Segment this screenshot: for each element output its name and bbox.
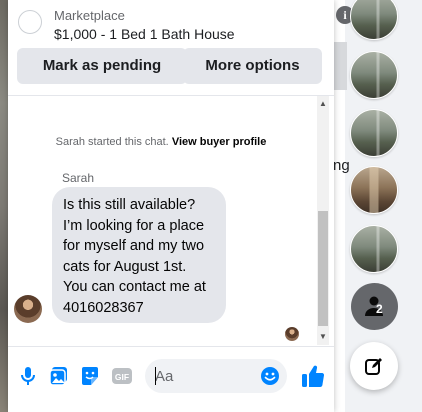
view-buyer-profile-link[interactable]: View buyer profile: [172, 136, 267, 148]
text-cursor: [155, 367, 156, 385]
seen-avatar: [285, 327, 299, 341]
like-icon[interactable]: [300, 363, 326, 389]
scroll-up-arrow-icon[interactable]: ▲: [317, 98, 329, 110]
gif-label: GIF: [115, 372, 129, 382]
more-options-button[interactable]: More options: [183, 48, 322, 84]
chat-head-avatar[interactable]: [350, 109, 398, 157]
listing-header[interactable]: Marketplace $1,000 - 1 Bed 1 Bath House: [8, 0, 334, 48]
message-scrollbar[interactable]: ▲ ▼: [317, 96, 329, 345]
listing-category: Marketplace: [54, 8, 125, 23]
background-photo-strip: [0, 0, 8, 412]
background-partial-text: ng: [333, 157, 350, 174]
microphone-icon[interactable]: [17, 365, 39, 387]
sticker-icon[interactable]: [79, 365, 101, 387]
emoji-icon[interactable]: [260, 366, 280, 386]
listing-thumbnail: [18, 10, 42, 34]
sender-name: Sarah: [62, 171, 95, 185]
chat-head-avatar[interactable]: [350, 225, 398, 273]
chat-started-notice: Sarah started this chat. View buyer prof…: [8, 136, 314, 148]
chat-head-avatar[interactable]: [350, 51, 398, 99]
photo-icon[interactable]: [48, 365, 70, 387]
mark-as-pending-button[interactable]: Mark as pending: [17, 48, 187, 84]
message-line: You can contact me at: [63, 279, 206, 295]
people-icon: [365, 296, 383, 316]
chat-head-avatar[interactable]: [350, 166, 398, 214]
header-divider: [8, 95, 334, 96]
group-count-badge: 2: [376, 302, 383, 316]
scrollbar-thumb[interactable]: [318, 211, 328, 326]
background-card: [333, 42, 347, 90]
new-message-button[interactable]: [350, 342, 398, 390]
listing-title[interactable]: $1,000 - 1 Bed 1 Bath House: [54, 26, 235, 42]
message-line: cats for August 1st.: [63, 258, 187, 275]
chat-started-text: Sarah started this chat.: [55, 136, 169, 148]
sender-avatar[interactable]: [14, 295, 42, 323]
chat-window: Marketplace $1,000 - 1 Bed 1 Bath House …: [8, 0, 334, 412]
group-chats-button[interactable]: [351, 283, 398, 330]
message-bubble: Is this still available? I’m looking for…: [52, 187, 226, 323]
scroll-down-arrow-icon[interactable]: ▼: [317, 331, 329, 343]
message-line: for myself and my two: [63, 238, 205, 254]
gif-icon[interactable]: GIF: [111, 365, 133, 387]
composer-divider: [8, 346, 334, 347]
message-line: 4016028367: [63, 299, 144, 316]
compose-icon: [365, 358, 382, 375]
message-line: I’m looking for a place: [63, 217, 205, 234]
message-line: Is this still available?: [63, 197, 196, 213]
